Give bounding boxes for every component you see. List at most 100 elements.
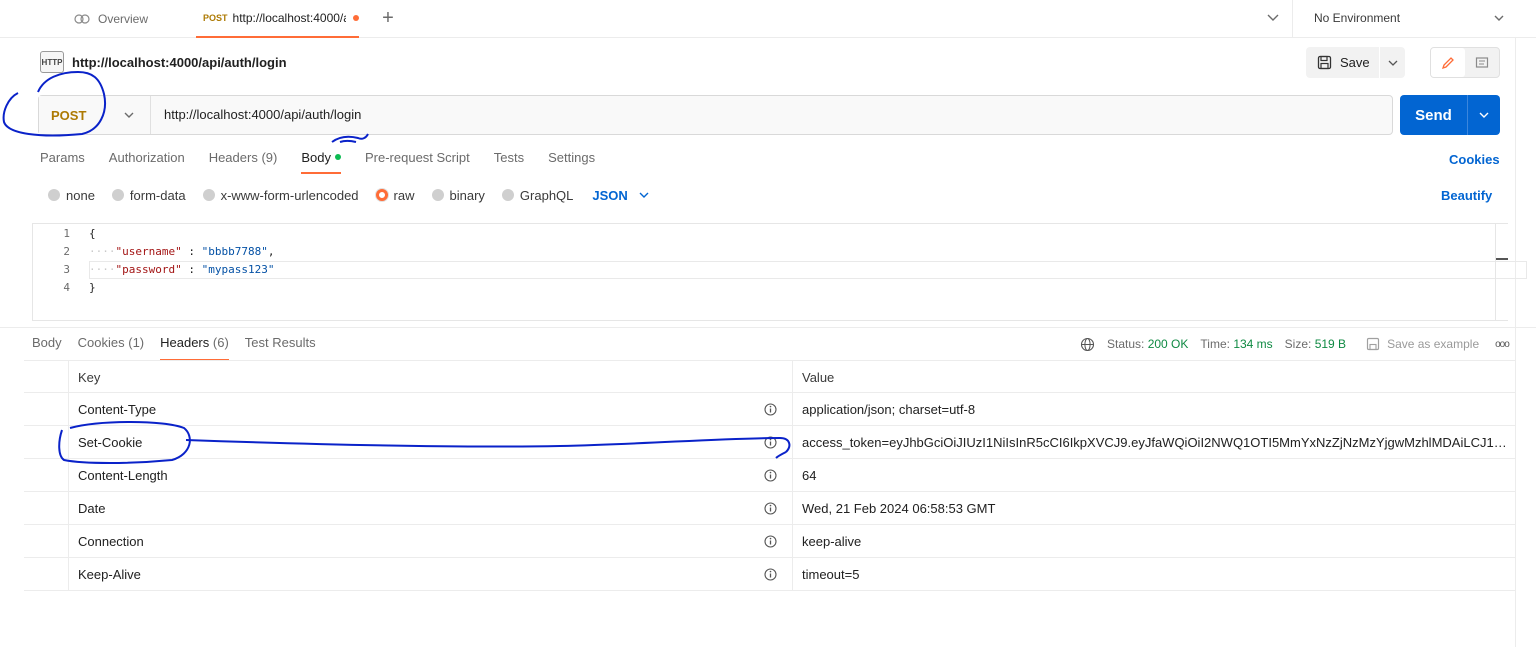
header-key: Content-Length: [78, 468, 168, 483]
status-readout[interactable]: Status: 200 OK: [1107, 337, 1188, 351]
time-label: Time:: [1200, 337, 1230, 351]
tab-params[interactable]: Params: [40, 150, 85, 174]
tab-response-cookies[interactable]: Cookies (1): [78, 335, 144, 361]
editor-scrollbar[interactable]: [1495, 224, 1509, 320]
info-icon[interactable]: [764, 568, 777, 581]
tab-label: Settings: [548, 150, 596, 165]
save-as-example-button[interactable]: Save as example: [1366, 337, 1479, 351]
radio-label: none: [66, 187, 95, 203]
radio-none[interactable]: none: [48, 188, 95, 203]
tab-settings[interactable]: Settings: [548, 150, 595, 174]
request-tabs: Params Authorization Headers (9) Body Pr…: [40, 150, 595, 174]
save-icon: [1366, 337, 1380, 351]
send-group: Send: [1400, 95, 1500, 135]
radio-raw[interactable]: raw: [375, 188, 415, 203]
radio-binary[interactable]: binary: [431, 188, 485, 203]
code-line: }: [89, 281, 96, 294]
globe-icon[interactable]: [1080, 337, 1095, 352]
comments-button[interactable]: [1465, 48, 1499, 77]
table-header-row: Key Value: [24, 360, 1516, 394]
column-divider[interactable]: [792, 361, 793, 394]
response-headers-table: Key Value Content-Type application/json;…: [24, 360, 1516, 591]
beautify-link[interactable]: Beautify: [1441, 188, 1492, 203]
radio-label: x-www-form-urlencoded: [220, 187, 359, 203]
comment-icon: [1475, 56, 1489, 68]
url-bar: POST http://localhost:4000/api/auth/logi…: [38, 95, 1393, 135]
tab-active-request[interactable]: POST http://localhost:4000/a: [196, 0, 359, 38]
header-value: timeout=5: [802, 567, 860, 582]
body-indicator-dot: [334, 154, 341, 160]
send-button[interactable]: Send: [1400, 95, 1467, 135]
more-icon[interactable]: ooo: [1495, 339, 1510, 350]
tab-tests[interactable]: Tests: [494, 150, 524, 174]
status-label: Status:: [1107, 337, 1145, 351]
code-token: {: [89, 227, 96, 240]
header-value: 64: [802, 468, 817, 483]
body-format-select[interactable]: JSON: [592, 188, 649, 203]
chevron-down-icon[interactable]: [1492, 11, 1506, 25]
save-options-button[interactable]: [1380, 47, 1405, 78]
active-line-highlight: [89, 261, 1527, 279]
tab-count: (6): [212, 335, 229, 350]
tab-bar: Overview POST http://localhost:4000/a + …: [0, 0, 1536, 38]
save-icon: [1317, 55, 1332, 70]
send-options-button[interactable]: [1468, 95, 1500, 135]
chevron-down-icon[interactable]: [122, 108, 136, 122]
table-row: Content-Length 64: [24, 459, 1516, 492]
info-icon[interactable]: [764, 436, 777, 449]
info-icon[interactable]: [764, 469, 777, 482]
table-row: Keep-Alive timeout=5: [24, 558, 1516, 591]
request-title[interactable]: http://localhost:4000/api/auth/login: [72, 55, 287, 70]
tab-label: Headers: [160, 335, 210, 350]
tab-label: Body: [301, 150, 331, 165]
header-key: Set-Cookie: [78, 435, 143, 450]
chevron-down-icon[interactable]: [1264, 9, 1282, 27]
code-editor[interactable]: 1 2 3 4 { ····"username" : "bbbb7788", ·…: [32, 223, 1527, 321]
response-meta: Status: 200 OK Time: 134 ms Size: 519 B …: [1080, 336, 1510, 352]
chevron-down-icon: [639, 192, 649, 198]
tab-authorization[interactable]: Authorization: [109, 150, 185, 174]
tab-label: Tests: [493, 150, 525, 165]
tab-body[interactable]: Body: [301, 150, 341, 174]
tab-pre-request-script[interactable]: Pre-request Script: [365, 150, 470, 174]
tab-label: Cookies: [77, 335, 125, 350]
radio-graphql[interactable]: GraphQL: [501, 188, 573, 203]
info-icon[interactable]: [764, 502, 777, 515]
code-token: "bbbb7788": [201, 245, 268, 258]
save-button[interactable]: Save: [1306, 47, 1379, 78]
url-input[interactable]: http://localhost:4000/api/auth/login: [164, 107, 361, 122]
new-tab-button[interactable]: +: [377, 8, 399, 30]
chevron-down-icon: [1479, 112, 1489, 118]
tab-headers[interactable]: Headers (9): [209, 150, 278, 174]
time-readout[interactable]: Time: 134 ms: [1200, 337, 1272, 351]
size-readout[interactable]: Size: 519 B: [1285, 337, 1346, 351]
code-token: }: [89, 281, 96, 294]
annotation-underline-path: [331, 133, 369, 143]
table-row: Content-Type application/json; charset=u…: [24, 393, 1516, 426]
radio-dot: [111, 189, 124, 201]
header-key: Connection: [78, 534, 144, 549]
environment-select[interactable]: No Environment: [1314, 11, 1504, 25]
info-icon[interactable]: [764, 403, 777, 416]
tab-label: Authorization: [108, 150, 185, 165]
info-icon[interactable]: [764, 535, 777, 548]
tab-response-body[interactable]: Body: [32, 335, 62, 361]
radio-dot: [202, 189, 215, 201]
tab-response-headers[interactable]: Headers (6): [160, 335, 229, 361]
tab-overview[interactable]: Overview: [60, 0, 192, 37]
edit-mode-button[interactable]: [1431, 48, 1465, 77]
tab-method: POST: [203, 13, 228, 23]
radio-x-www-form-urlencoded[interactable]: x-www-form-urlencoded: [202, 187, 359, 203]
line-number: 4: [63, 281, 70, 294]
tab-count: (9): [261, 150, 278, 165]
http-request-icon: HTTP: [40, 51, 64, 73]
radio-form-data[interactable]: form-data: [111, 188, 186, 203]
cookies-link[interactable]: Cookies: [1449, 152, 1500, 167]
column-divider: [792, 426, 793, 459]
chevron-down-icon: [1388, 60, 1397, 66]
tab-label: Headers: [208, 150, 258, 165]
divider: [0, 327, 1536, 328]
tab-test-results[interactable]: Test Results: [245, 335, 316, 361]
tab-label: Test Results: [244, 335, 316, 350]
table-cell: [24, 525, 69, 558]
